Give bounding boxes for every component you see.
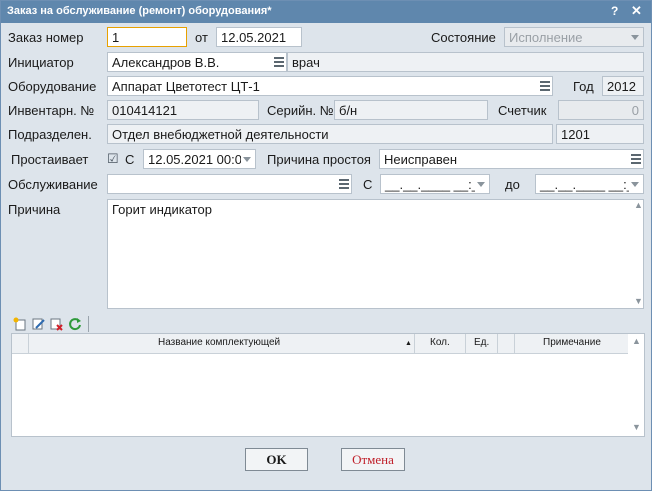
toolbar-divider <box>88 316 89 332</box>
reason-textarea[interactable]: Горит индикатор ▲ ▼ <box>107 199 644 309</box>
idle-checkbox[interactable]: ☑ <box>107 151 119 167</box>
initiator-value: Александров В.В. <box>112 55 220 70</box>
cancel-button[interactable]: Отмена <box>341 448 405 471</box>
list-icon[interactable] <box>274 57 284 67</box>
department-label: Подразделен. <box>8 127 92 142</box>
refresh-icon[interactable] <box>68 317 82 331</box>
dialog-window: Заказ на обслуживание (ремонт) оборудова… <box>0 0 652 491</box>
list-icon[interactable] <box>631 154 641 164</box>
list-icon[interactable] <box>339 179 349 189</box>
idle-reason-field[interactable]: Неисправен <box>379 149 644 169</box>
chevron-down-icon[interactable] <box>629 28 641 46</box>
year-label: Год <box>573 79 594 94</box>
state-value: Исполнение <box>509 30 583 45</box>
reason-label: Причина <box>8 202 61 217</box>
idle-from-label: С <box>125 152 135 167</box>
department-code-field: 1201 <box>556 124 644 144</box>
table-scroll-up-icon[interactable]: ▲ <box>632 336 641 346</box>
service-to-field[interactable]: __.__.____ __:_ <box>535 174 644 194</box>
idle-reason-label: Причина простоя <box>267 152 371 167</box>
order-number-field[interactable]: 1 <box>107 27 187 47</box>
order-date-field[interactable]: 12.05.2021 <box>216 27 302 47</box>
scroll-down-icon[interactable]: ▼ <box>634 296 643 306</box>
list-icon[interactable] <box>540 81 550 91</box>
initiator-role-field: врач <box>287 52 644 72</box>
help-button[interactable]: ? <box>611 4 618 18</box>
reason-text: Горит индикатор <box>112 202 212 217</box>
scroll-up-icon[interactable]: ▲ <box>634 200 643 210</box>
serial-field[interactable]: б/н <box>334 100 488 120</box>
service-from-field[interactable]: __.__.____ __:_ <box>380 174 490 194</box>
idle-label: Простаивает <box>11 152 89 167</box>
from-label: от <box>195 30 208 45</box>
service-to-value: __.__.____ __:_ <box>540 177 634 192</box>
equipment-value: Аппарат Цветотест ЦТ-1 <box>112 79 260 94</box>
sort-arrow-icon: ▲ <box>405 340 412 347</box>
state-label: Состояние <box>431 30 496 45</box>
column-header-qty-label: Кол. <box>430 337 450 348</box>
column-header-qty[interactable]: Кол. <box>414 334 466 353</box>
table-scroll-down-icon[interactable]: ▼ <box>632 422 641 432</box>
counter-field[interactable]: 0 <box>558 100 644 120</box>
column-header-note-label: Примечание <box>543 337 601 348</box>
idle-from-value: 12.05.2021 00:0 <box>148 152 242 167</box>
idle-reason-value: Неисправен <box>384 152 458 167</box>
counter-label: Счетчик <box>498 103 547 118</box>
year-field[interactable]: 2012 <box>602 76 644 96</box>
ok-button[interactable]: OK <box>245 448 308 471</box>
service-from-label: С <box>363 177 373 192</box>
column-header-unit[interactable]: Ед. <box>465 334 498 353</box>
column-header-unit-label: Ед. <box>474 337 490 348</box>
edit-row-icon[interactable] <box>31 317 45 331</box>
serial-label: Серийн. № <box>267 103 334 118</box>
equipment-label: Оборудование <box>8 79 97 94</box>
service-from-value: __.__.____ __:_ <box>385 177 479 192</box>
equipment-field[interactable]: Аппарат Цветотест ЦТ-1 <box>107 76 553 96</box>
idle-from-field[interactable]: 12.05.2021 00:0 <box>143 149 256 169</box>
order-number-label: Заказ номер <box>8 30 84 45</box>
department-field[interactable]: Отдел внебюджетной деятельности <box>107 124 553 144</box>
close-button[interactable]: ✕ <box>631 3 642 19</box>
title-bar: Заказ на обслуживание (ремонт) оборудова… <box>1 1 651 23</box>
inventory-label: Инвентарн. № <box>8 103 95 118</box>
service-label: Обслуживание <box>8 177 98 192</box>
inventory-field[interactable]: 010414121 <box>107 100 259 120</box>
delete-row-icon[interactable] <box>49 317 63 331</box>
components-table[interactable]: Название комплектующей ▲ Кол. Ед. Примеч… <box>11 333 645 437</box>
initiator-label: Инициатор <box>8 55 74 70</box>
chevron-down-icon[interactable] <box>629 175 641 193</box>
column-header-name-label: Название комплектующей <box>158 337 281 348</box>
table-header: Название комплектующей ▲ Кол. Ед. Примеч… <box>12 334 628 354</box>
service-to-label: до <box>505 177 520 192</box>
state-select[interactable]: Исполнение <box>504 27 644 47</box>
chevron-down-icon[interactable] <box>241 150 253 168</box>
column-header-spacer <box>497 334 515 353</box>
service-field[interactable] <box>107 174 352 194</box>
column-header-note[interactable]: Примечание <box>514 334 629 353</box>
window-title: Заказ на обслуживание (ремонт) оборудова… <box>7 5 272 17</box>
initiator-field[interactable]: Александров В.В. <box>107 52 287 72</box>
new-row-icon[interactable] <box>13 317 27 331</box>
chevron-down-icon[interactable] <box>475 175 487 193</box>
column-header-name[interactable]: Название комплектующей ▲ <box>28 334 415 353</box>
